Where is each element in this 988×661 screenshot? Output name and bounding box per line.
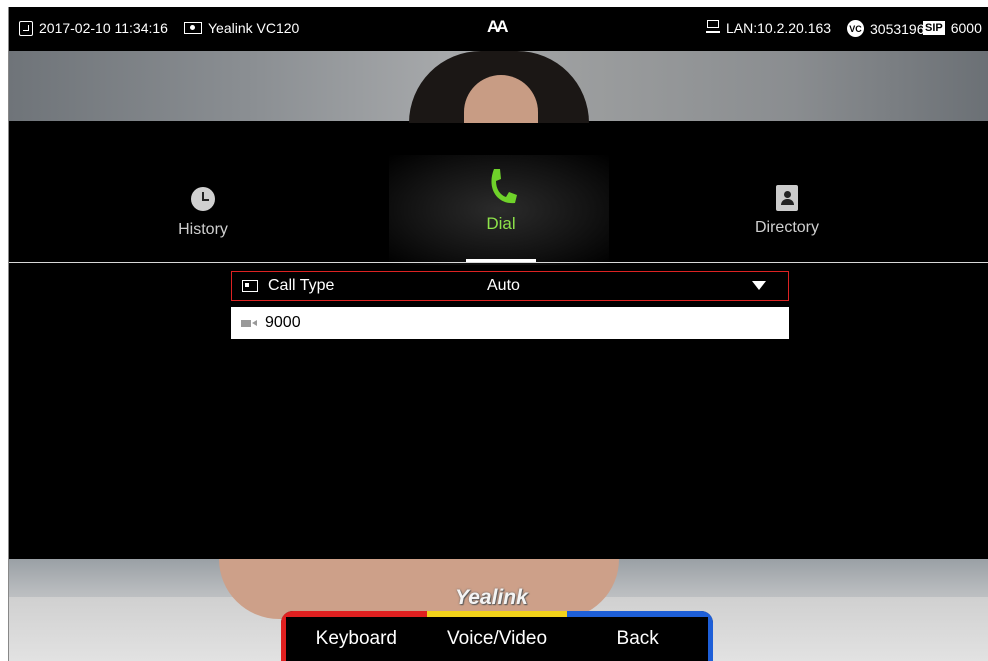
call-type-select[interactable]: Call Type Auto — [231, 271, 789, 301]
tab-dial[interactable]: Dial — [421, 167, 581, 234]
font-size-indicator[interactable]: AA — [487, 17, 508, 37]
keyboard-button[interactable]: Keyboard — [281, 611, 427, 661]
participant-arms — [219, 559, 619, 619]
device-name-text: Yealink VC120 — [208, 20, 300, 36]
tab-directory-label: Directory — [754, 219, 819, 236]
video-call-screen: 2017-02-10 11:34:16 Yealink VC120 AA LAN… — [8, 7, 988, 661]
voice-video-button[interactable]: Voice/Video — [426, 611, 568, 661]
tab-history[interactable]: History — [123, 187, 283, 239]
sip-account-indicator: SIP 6000 — [923, 20, 982, 36]
tab-divider — [9, 262, 988, 263]
tab-directory[interactable]: Directory — [707, 185, 867, 237]
network-icon — [706, 20, 720, 36]
tab-dial-label: Dial — [486, 214, 516, 233]
call-type-icon — [242, 280, 258, 292]
call-type-value: Auto — [487, 277, 520, 294]
sip-number: 6000 — [950, 20, 982, 36]
directory-icon — [776, 185, 798, 211]
yealink-watermark: Yealink — [455, 586, 528, 609]
datetime-indicator: 2017-02-10 11:34:16 — [19, 20, 168, 36]
chevron-down-icon — [752, 281, 766, 290]
softkey-bar: Keyboard Voice/Video Back — [281, 611, 713, 661]
datetime-text: 2017-02-10 11:34:16 — [39, 20, 168, 36]
calendar-icon — [19, 20, 33, 36]
vc-account-indicator: VC 3053196 — [847, 20, 925, 37]
status-bar: 2017-02-10 11:34:16 Yealink VC120 AA LAN… — [9, 7, 988, 51]
device-name-indicator: Yealink VC120 — [184, 20, 299, 36]
tab-history-label: History — [178, 221, 228, 238]
dial-number-field[interactable]: 9000 — [231, 307, 789, 339]
back-button[interactable]: Back — [567, 611, 713, 661]
vc-icon: VC — [847, 20, 864, 37]
phone-icon — [491, 169, 517, 204]
dial-number-value: 9000 — [265, 314, 301, 331]
clock-icon — [191, 187, 215, 211]
font-size-icon: AA — [487, 17, 508, 36]
video-camera-icon — [241, 319, 251, 327]
lan-address: LAN:10.2.20.163 — [726, 20, 832, 36]
call-type-label: Call Type — [268, 277, 335, 294]
vc-number: 3053196 — [870, 20, 925, 37]
sip-icon: SIP — [923, 21, 945, 35]
device-icon — [184, 22, 202, 34]
lan-indicator: LAN:10.2.20.163 — [706, 20, 831, 36]
